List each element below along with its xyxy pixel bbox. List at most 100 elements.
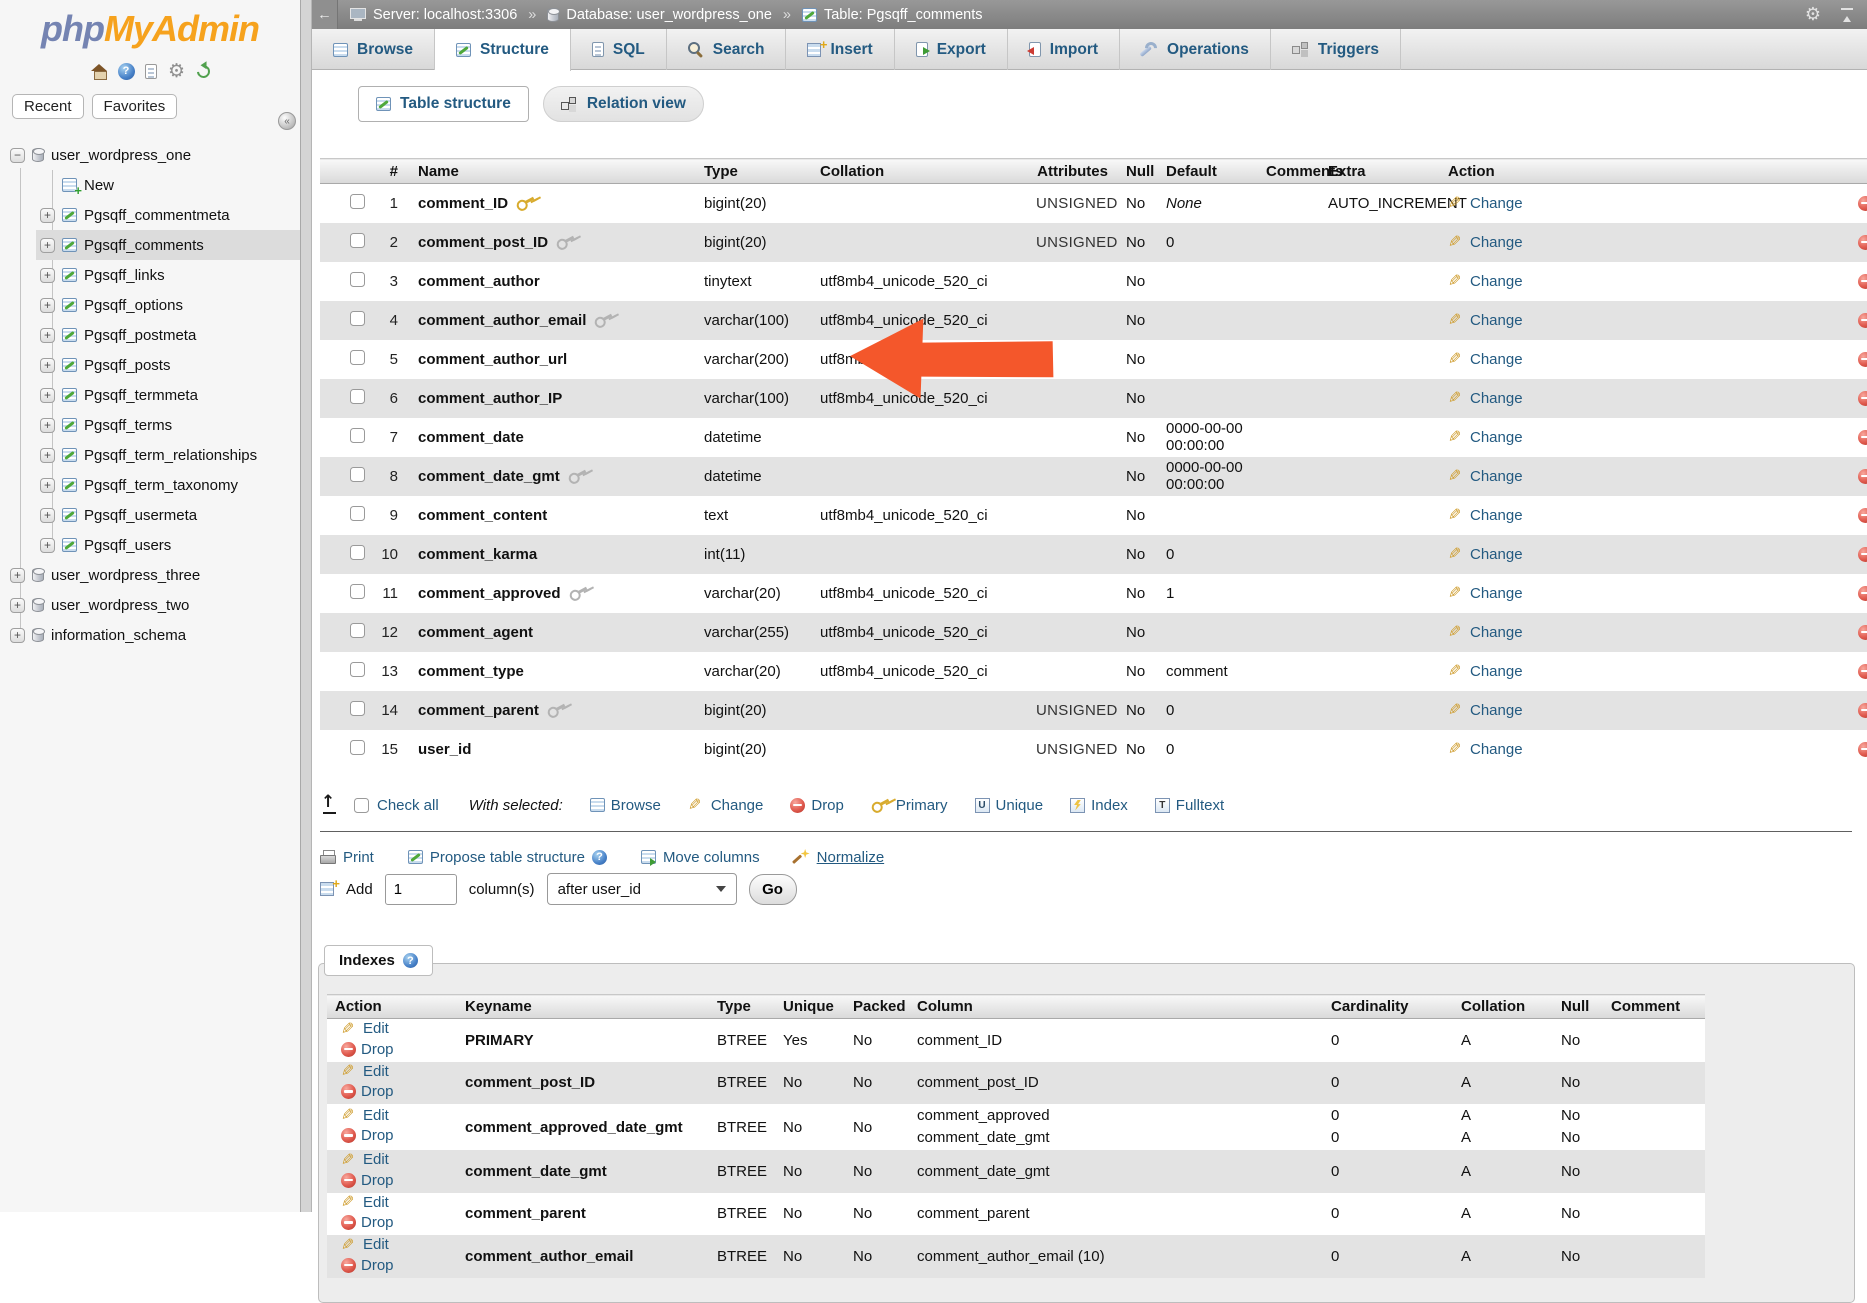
collapse-navigation-icon[interactable]: « — [278, 112, 296, 130]
help-icon[interactable] — [592, 850, 607, 865]
tab-operations[interactable]: Operations — [1120, 29, 1271, 70]
tree-expander-icon[interactable]: + — [40, 508, 55, 523]
selected-action-unique[interactable]: Unique — [975, 797, 1044, 814]
row-checkbox[interactable] — [350, 428, 365, 443]
selected-action-fulltext[interactable]: Fulltext — [1155, 797, 1224, 814]
change-button[interactable]: Change — [1470, 273, 1523, 290]
go-to-top-icon[interactable] — [320, 795, 340, 815]
drop-index-button[interactable]: Drop — [341, 1257, 394, 1274]
selected-action-primary[interactable]: Primary — [871, 797, 948, 814]
change-button[interactable]: Change — [1470, 546, 1523, 563]
tree-expander-icon[interactable]: + — [40, 208, 55, 223]
row-checkbox[interactable] — [350, 545, 365, 560]
breadcrumb-item[interactable]: Database: user_wordpress_one — [566, 7, 772, 23]
tree-expander-icon[interactable]: + — [40, 268, 55, 283]
sidebar-button-recent[interactable]: Recent — [12, 94, 84, 119]
drop-button[interactable] — [1858, 430, 1867, 445]
selected-action-drop[interactable]: Drop — [790, 797, 844, 814]
edit-index-button[interactable]: Edit — [341, 1063, 389, 1080]
row-checkbox[interactable] — [350, 350, 365, 365]
tab-triggers[interactable]: Triggers — [1271, 29, 1401, 70]
sidebar-item-pgsqff-commentmeta[interactable]: +Pgsqff_commentmeta — [0, 200, 300, 230]
selected-action-change[interactable]: Change — [688, 797, 764, 814]
row-checkbox[interactable] — [350, 623, 365, 638]
refresh-icon[interactable] — [194, 62, 212, 80]
tree-expander-icon[interactable]: + — [40, 298, 55, 313]
sidebar-item-user-wordpress-three[interactable]: +user_wordpress_three — [0, 560, 300, 590]
tab-import[interactable]: Import — [1008, 29, 1120, 70]
row-checkbox[interactable] — [350, 467, 365, 482]
drop-button[interactable] — [1858, 508, 1867, 523]
drop-button[interactable] — [1858, 274, 1867, 289]
back-arrow-button[interactable]: ← — [312, 0, 338, 29]
drop-button[interactable] — [1858, 742, 1867, 757]
row-checkbox[interactable] — [350, 272, 365, 287]
row-checkbox[interactable] — [350, 389, 365, 404]
drop-index-button[interactable]: Drop — [341, 1172, 394, 1189]
tab-sql[interactable]: SQL — [571, 29, 667, 70]
sidebar-button-favorites[interactable]: Favorites — [92, 94, 178, 119]
check-all-checkbox[interactable] — [354, 798, 369, 813]
sidebar-item-pgsqff-term-taxonomy[interactable]: +Pgsqff_term_taxonomy — [0, 470, 300, 500]
row-checkbox[interactable] — [350, 740, 365, 755]
edit-index-button[interactable]: Edit — [341, 1194, 389, 1211]
sidebar-item-pgsqff-links[interactable]: +Pgsqff_links — [0, 260, 300, 290]
change-button[interactable]: Change — [1470, 351, 1523, 368]
sidebar-item-pgsqff-usermeta[interactable]: +Pgsqff_usermeta — [0, 500, 300, 530]
sidebar-item-pgsqff-term-relationships[interactable]: +Pgsqff_term_relationships — [0, 440, 300, 470]
page-settings-gear-icon[interactable] — [1803, 5, 1823, 25]
change-button[interactable]: Change — [1470, 312, 1523, 329]
tree-expander-icon[interactable]: + — [40, 388, 55, 403]
edit-index-button[interactable]: Edit — [341, 1020, 389, 1037]
drop-button[interactable] — [1858, 664, 1867, 679]
drop-button[interactable] — [1858, 235, 1867, 250]
sidebar-item-user-wordpress-one[interactable]: −user_wordpress_one — [0, 140, 300, 170]
tree-expander-icon[interactable]: + — [40, 418, 55, 433]
add-column-count-input[interactable] — [385, 874, 457, 905]
sidebar-resize-handle[interactable] — [300, 0, 312, 1212]
change-button[interactable]: Change — [1470, 468, 1523, 485]
tab-insert[interactable]: Insert — [786, 29, 894, 70]
selected-action-index[interactable]: Index — [1070, 797, 1128, 814]
home-icon[interactable] — [91, 64, 108, 79]
drop-button[interactable] — [1858, 547, 1867, 562]
change-button[interactable]: Change — [1470, 585, 1523, 602]
breadcrumb-item[interactable]: Server: localhost:3306 — [373, 7, 517, 23]
sidebar-item-pgsqff-comments[interactable]: +Pgsqff_comments — [36, 230, 300, 260]
drop-button[interactable] — [1858, 703, 1867, 718]
row-checkbox[interactable] — [350, 584, 365, 599]
row-checkbox[interactable] — [350, 701, 365, 716]
drop-button[interactable] — [1858, 313, 1867, 328]
tab-search[interactable]: Search — [667, 29, 787, 70]
change-button[interactable]: Change — [1470, 741, 1523, 758]
tool-normalize[interactable]: Normalize — [794, 849, 885, 866]
tree-expander-icon[interactable]: + — [10, 628, 25, 643]
edit-index-button[interactable]: Edit — [341, 1107, 389, 1124]
drop-button[interactable] — [1858, 625, 1867, 640]
tool-propose-table-structure[interactable]: Propose table structure — [408, 849, 607, 866]
go-button[interactable]: Go — [749, 874, 797, 905]
sidebar-item-user-wordpress-two[interactable]: +user_wordpress_two — [0, 590, 300, 620]
change-button[interactable]: Change — [1470, 429, 1523, 446]
tab-export[interactable]: Export — [895, 29, 1008, 70]
tab-browse[interactable]: Browse — [312, 29, 435, 70]
docs-icon[interactable] — [145, 64, 157, 79]
row-checkbox[interactable] — [350, 311, 365, 326]
tab-structure[interactable]: Structure — [435, 29, 571, 71]
tree-expander-icon[interactable]: + — [10, 598, 25, 613]
row-checkbox[interactable] — [350, 194, 365, 209]
change-button[interactable]: Change — [1470, 624, 1523, 641]
check-all-link[interactable]: Check all — [377, 797, 439, 814]
sidebar-item-pgsqff-users[interactable]: +Pgsqff_users — [0, 530, 300, 560]
drop-button[interactable] — [1858, 391, 1867, 406]
change-button[interactable]: Change — [1470, 663, 1523, 680]
sidebar-item-pgsqff-options[interactable]: +Pgsqff_options — [0, 290, 300, 320]
sidebar-item-pgsqff-posts[interactable]: +Pgsqff_posts — [0, 350, 300, 380]
help-icon[interactable] — [118, 63, 135, 80]
tree-expander-icon[interactable]: + — [40, 448, 55, 463]
sidebar-item-new[interactable]: New — [0, 170, 300, 200]
view-button-table-structure[interactable]: Table structure — [358, 86, 529, 122]
edit-index-button[interactable]: Edit — [341, 1151, 389, 1168]
row-checkbox[interactable] — [350, 233, 365, 248]
edit-index-button[interactable]: Edit — [341, 1236, 389, 1253]
